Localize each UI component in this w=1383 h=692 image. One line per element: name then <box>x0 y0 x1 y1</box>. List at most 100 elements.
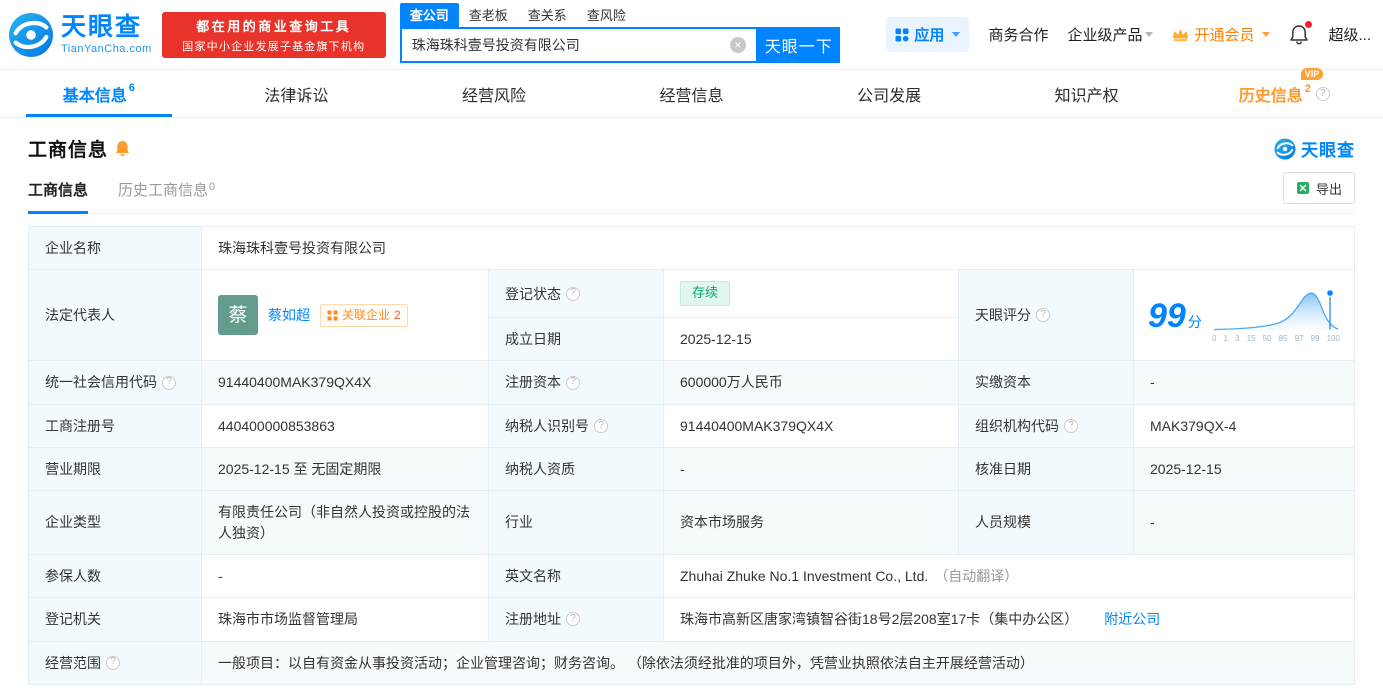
tianyancha-watermark: 天眼查 <box>1274 136 1355 161</box>
open-membership-label: 开通会员 <box>1194 27 1255 44</box>
value-industry: 资本市场服务 <box>663 490 959 555</box>
help-icon[interactable]: ? <box>566 375 580 390</box>
enterprise-products-label: 企业级产品 <box>1067 27 1143 44</box>
tab-label: 知识产权 <box>1054 87 1119 105</box>
value-score: 99 分 0 1 3 15 50 85 97 99 100 <box>1133 269 1355 362</box>
promo-line-1: 都在用的商业查询工具 <box>196 18 352 34</box>
subtab-history-business-info[interactable]: 历史工商信息0 <box>118 179 215 213</box>
label-taxpayer-id: 纳税人识别号? <box>488 403 664 449</box>
tab-basic-info[interactable]: 基本信息 6 <box>0 70 198 117</box>
section-head: 工商信息 天眼查 <box>0 118 1383 162</box>
label-reg-capital: 注册资本? <box>488 360 664 405</box>
watermark-text: 天眼查 <box>1301 141 1355 160</box>
brand-name: 天眼查 <box>61 12 143 41</box>
grid-icon <box>895 28 909 41</box>
search-tabs: 查公司 查老板 查关系 查风险 <box>399 3 840 27</box>
promo-line-2: 国家中小企业发展子基金旗下机构 <box>182 40 366 53</box>
score-number: 99 分 <box>1148 296 1202 335</box>
nearby-companies-link[interactable]: 附近公司 <box>1104 611 1160 627</box>
label-industry: 行业 <box>488 490 664 555</box>
excel-icon <box>1296 182 1309 194</box>
search-tab-company[interactable]: 查公司 <box>399 3 459 27</box>
value-english-name: Zhuhai Zhuke No.1 Investment Co., Ltd. （自… <box>663 553 1355 599</box>
value-business-scope: 一般项目：以自有资金从事投资活动；企业管理咨询；财务咨询。 （除依法须经批准的项… <box>201 640 1355 685</box>
label-paid-capital: 实缴资本 <box>958 360 1134 405</box>
subtab-business-info[interactable]: 工商信息 <box>28 179 89 214</box>
enterprise-products-menu[interactable]: 企业级产品 <box>1067 24 1154 45</box>
value-taxpayer-id: 91440400MAK379QX4X <box>663 403 959 449</box>
alert-bell-icon[interactable] <box>115 140 130 157</box>
apps-label: 应用 <box>914 27 945 44</box>
export-button[interactable]: 导出 <box>1282 172 1355 204</box>
search-row: ✕ 天眼一下 <box>399 27 840 63</box>
value-company-name: 珠海珠科壹号投资有限公司 <box>201 225 1355 271</box>
clear-search-icon[interactable]: ✕ <box>729 37 746 53</box>
score-axis: 0 1 3 15 50 85 97 99 100 <box>1212 334 1340 344</box>
label-legal-rep: 法定代表人 <box>28 269 202 362</box>
help-icon[interactable]: ? <box>1315 86 1330 101</box>
help-icon[interactable]: ? <box>594 418 608 433</box>
value-org-code: MAK379QX-4 <box>1133 403 1355 449</box>
apps-button[interactable]: 应用 <box>886 17 970 52</box>
row-business-scope: 经营范围? 一般项目：以自有资金从事投资活动；企业管理咨询；财务咨询。 （除依法… <box>28 640 1355 685</box>
status-badge: 存续 <box>680 281 731 307</box>
row-reg-number: 工商注册号 440400000853863 纳税人识别号? 91440400MA… <box>28 403 1355 449</box>
chevron-down-icon <box>1262 32 1271 37</box>
help-icon[interactable]: ? <box>1064 418 1078 433</box>
logo-text: 天眼查 TianYanCha.com <box>61 12 152 55</box>
tab-history-info[interactable]: 历史信息 VIP 2 ? <box>1185 67 1383 117</box>
tab-label: 基本信息 <box>62 87 127 105</box>
row-reg-authority: 登记机关 珠海市市场监督管理局 注册地址? 珠海市高新区唐家湾镇智谷街18号2层… <box>28 597 1355 642</box>
tab-operation-risk[interactable]: 经营风险 <box>395 70 593 117</box>
business-cooperation-link[interactable]: 商务合作 <box>988 24 1048 45</box>
top-header: 天眼查 TianYanCha.com 都在用的商业查询工具 国家中小企业发展子基… <box>0 0 1383 70</box>
label-business-term: 营业期限 <box>28 447 202 492</box>
open-membership-menu[interactable]: 开通会员 <box>1172 24 1271 45</box>
help-icon[interactable]: ? <box>566 286 580 301</box>
help-icon[interactable]: ? <box>1036 308 1050 323</box>
search-input[interactable] <box>401 37 730 53</box>
tab-label: 经营信息 <box>659 87 724 105</box>
notification-dot <box>1305 21 1313 28</box>
super-vip-link[interactable]: 超级... <box>1328 24 1371 45</box>
legal-rep-link[interactable]: 蔡如超 <box>268 305 310 325</box>
tab-label: 经营风险 <box>461 87 526 105</box>
label-org-code: 组织机构代码? <box>958 403 1134 449</box>
row-insured-count: 参保人数 - 英文名称 Zhuhai Zhuke No.1 Investment… <box>28 553 1355 599</box>
row-legal-rep: 法定代表人 蔡 蔡如超 关联企业 2 登记状态? 存续 天眼评分 ? 99 分 … <box>28 269 1355 362</box>
related-companies-tag[interactable]: 关联企业 2 <box>320 303 408 328</box>
legal-rep-avatar[interactable]: 蔡 <box>218 295 258 336</box>
search-button[interactable]: 天眼一下 <box>757 27 840 63</box>
chevron-down-icon <box>1145 32 1154 37</box>
value-company-type: 有限责任公司（非自然人投资或控股的法人独资） <box>201 490 489 555</box>
score-chart: 0 1 3 15 50 85 97 99 100 <box>1212 288 1340 345</box>
label-company-name: 企业名称 <box>28 225 202 271</box>
search-tab-risk[interactable]: 查风险 <box>577 3 636 27</box>
tab-company-development[interactable]: 公司发展 <box>790 70 988 117</box>
value-legal-rep: 蔡 蔡如超 关联企业 2 <box>201 269 489 362</box>
help-icon[interactable]: ? <box>162 375 176 390</box>
row-business-term: 营业期限 2025-12-15 至 无固定期限 纳税人资质 - 核准日期 202… <box>28 447 1355 492</box>
tab-operation-info[interactable]: 经营信息 <box>593 70 791 117</box>
value-business-term: 2025-12-15 至 无固定期限 <box>201 447 489 492</box>
search-tab-boss[interactable]: 查老板 <box>459 3 518 27</box>
tab-label: 法律诉讼 <box>264 87 329 105</box>
row-credit-code: 统一社会信用代码? 91440400MAK379QX4X 注册资本? 60000… <box>28 360 1355 405</box>
label-english-name: 英文名称 <box>488 553 664 599</box>
help-icon[interactable]: ? <box>106 655 120 670</box>
tab-legal-proceedings[interactable]: 法律诉讼 <box>198 70 396 117</box>
value-reg-authority: 珠海市市场监督管理局 <box>201 597 489 642</box>
tianyancha-logo[interactable]: 天眼查 TianYanCha.com <box>8 12 152 58</box>
notifications-button[interactable] <box>1289 21 1313 45</box>
search-tab-relation[interactable]: 查关系 <box>518 3 577 27</box>
label-reg-address: 注册地址? <box>488 597 664 642</box>
value-taxpayer-quality: - <box>663 447 959 492</box>
tab-intellectual-property[interactable]: 知识产权 <box>988 70 1186 117</box>
brand-domain: TianYanCha.com <box>61 42 152 55</box>
company-nav-tabs: 基本信息 6 法律诉讼 经营风险 经营信息 公司发展 知识产权 历史信息 VIP… <box>0 67 1383 118</box>
label-credit-code: 统一社会信用代码? <box>28 360 202 405</box>
label-insured-count: 参保人数 <box>28 553 202 599</box>
subtab-row: 工商信息 历史工商信息0 导出 <box>28 170 1355 214</box>
help-icon[interactable]: ? <box>566 612 580 627</box>
value-establish-date: 2025-12-15 <box>663 317 959 362</box>
